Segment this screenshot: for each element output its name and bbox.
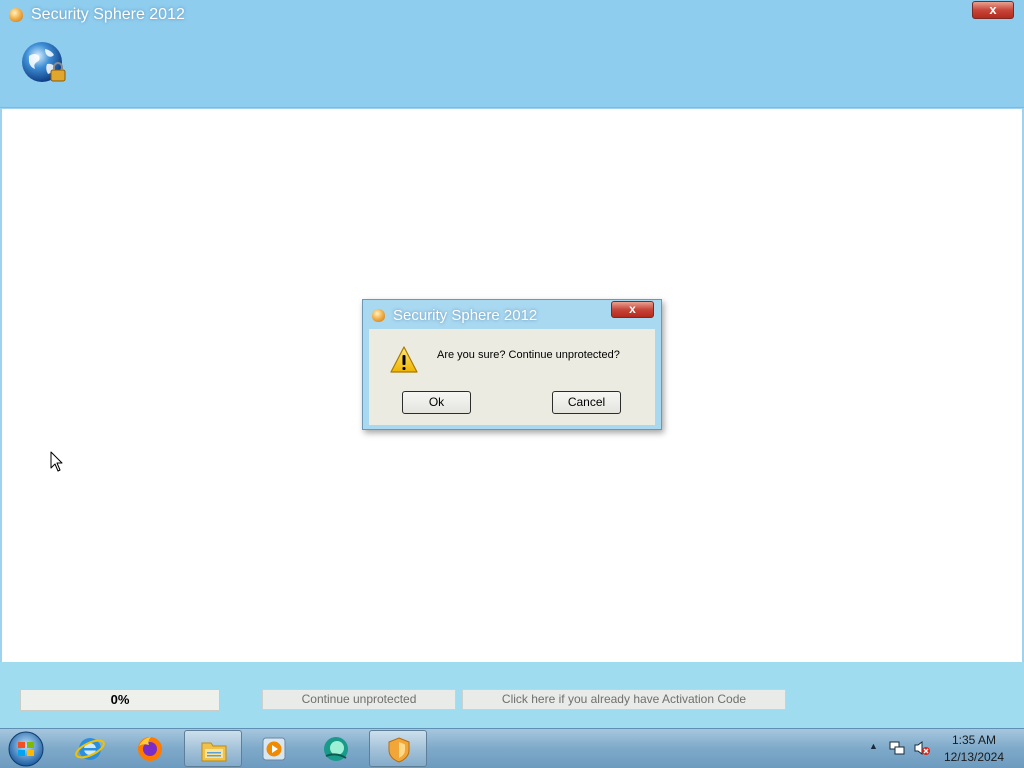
progress-indicator: 0%	[20, 689, 220, 711]
title-bar: Security Sphere 2012 x	[0, 0, 1024, 108]
globe-lock-icon	[22, 42, 66, 82]
network-icon[interactable]	[889, 740, 905, 756]
show-hidden-icons-icon[interactable]: ▲	[869, 741, 878, 751]
continue-unprotected-button[interactable]: Continue unprotected	[262, 689, 456, 710]
start-orb-icon[interactable]	[6, 730, 46, 768]
taskbar-app[interactable]	[307, 730, 365, 767]
security-sphere-icon	[388, 737, 410, 763]
app-shield-icon	[372, 309, 385, 322]
volume-muted-icon[interactable]	[913, 740, 931, 756]
taskbar-media-player[interactable]	[245, 730, 303, 767]
dialog-title-bar: Security Sphere 2012 x	[363, 300, 661, 329]
dialog-title: Security Sphere 2012	[393, 307, 538, 324]
taskbar-file-explorer[interactable]	[184, 730, 242, 767]
dialog-close-button[interactable]: x	[611, 301, 654, 318]
firefox-icon	[138, 737, 162, 761]
taskbar-clock[interactable]: 1:35 AM 12/13/2024	[938, 732, 1010, 766]
media-player-icon	[262, 737, 286, 761]
internet-explorer-icon	[75, 738, 105, 760]
taskbar: ▲ 1:35 AM 12/13/2024	[0, 728, 1024, 768]
taskbar-firefox[interactable]	[121, 730, 179, 767]
close-button[interactable]: x	[972, 1, 1014, 19]
app-shield-icon	[9, 8, 23, 22]
window-title: Security Sphere 2012	[31, 6, 185, 23]
cancel-button[interactable]: Cancel	[552, 391, 621, 414]
ok-button[interactable]: Ok	[402, 391, 471, 414]
bottom-bar: 0% Continue unprotected Click here if yo…	[0, 662, 1024, 728]
file-explorer-icon	[201, 742, 227, 762]
activation-code-button[interactable]: Click here if you already have Activatio…	[462, 689, 786, 710]
taskbar-internet-explorer[interactable]	[61, 730, 119, 767]
taskbar-security-sphere[interactable]	[369, 730, 427, 767]
mouse-cursor-icon	[50, 451, 63, 472]
app-icon	[324, 737, 348, 761]
confirm-dialog: Security Sphere 2012 x Are you sure? Con…	[362, 299, 662, 430]
dialog-message: Are you sure? Continue unprotected?	[437, 349, 620, 361]
clock-time: 1:35 AM	[951, 733, 997, 747]
dialog-body: Are you sure? Continue unprotected? Ok C…	[369, 329, 655, 425]
warning-icon	[390, 346, 418, 373]
clock-date: 12/13/2024	[943, 750, 1005, 764]
